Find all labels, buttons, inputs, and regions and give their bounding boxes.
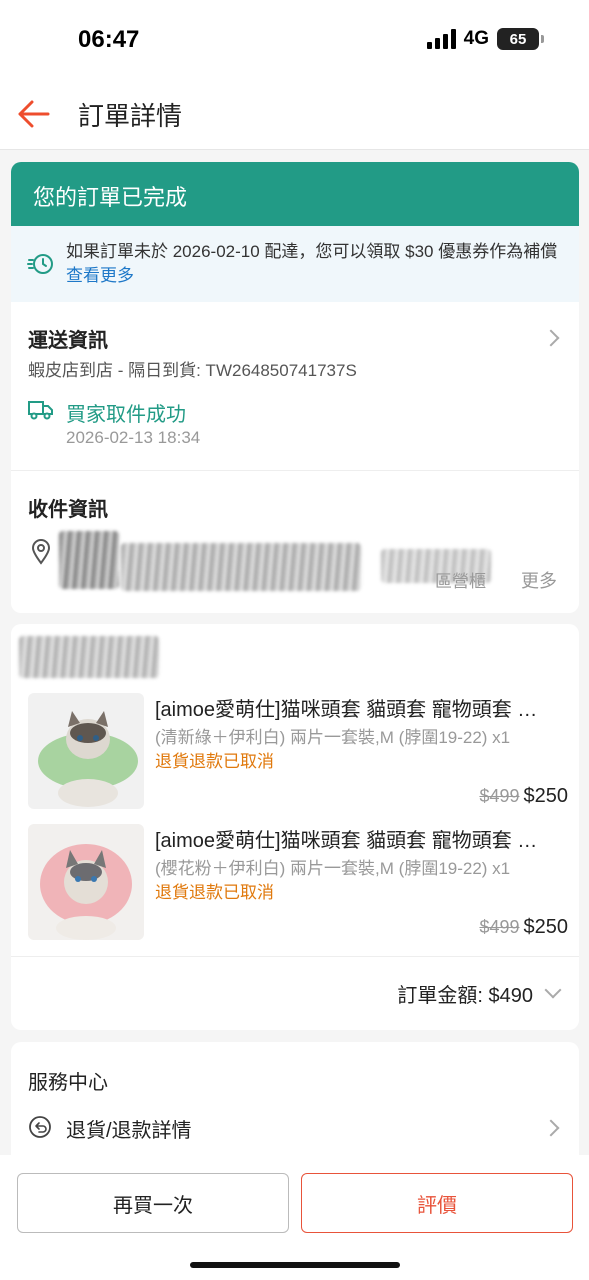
product-variant: (清新綠＋伊利白) 兩片一套裝,M (脖圍19-22) x1 <box>155 728 511 747</box>
sale-price: $250 <box>523 785 569 807</box>
compensation-notice: 如果訂單未於 2026-02-10 配達，您可以領取 $30 優惠券作為補償 查… <box>11 226 579 302</box>
return-icon <box>28 1115 52 1144</box>
signal-icon <box>426 29 456 49</box>
product-name: [aimoe愛萌仕]猫咪頭套 貓頭套 寵物頭套 伊莉莎白頭套 <box>155 699 555 721</box>
divider <box>11 956 579 957</box>
product-variant: (櫻花粉＋伊利白) 兩片一套裝,M (脖圍19-22) x1 <box>155 859 511 878</box>
recipient-address-partial: 區營櫃 <box>435 572 486 591</box>
truck-icon <box>28 400 54 425</box>
notice-message: 如果訂單未於 2026-02-10 配達，您可以領取 $30 優惠券作為補償 <box>66 242 558 261</box>
buy-again-button[interactable]: 再買一次 <box>17 1173 289 1233</box>
redacted-name <box>59 531 119 589</box>
service-title: 服務中心 <box>28 1072 108 1094</box>
battery-level: 65 <box>509 30 527 48</box>
product-image <box>28 824 144 940</box>
status-bar: 06:47 4G 65 <box>0 0 589 80</box>
order-info-card: 您的訂單已完成 如果訂單未於 2026-02-10 配達，您可以領取 $30 優… <box>11 162 579 613</box>
recipient-title: 收件資訊 <box>28 499 108 521</box>
sale-price: $250 <box>523 916 569 938</box>
return-detail-row[interactable]: 退貨/退款詳情 <box>11 1102 579 1152</box>
product-price: $499 $250 <box>479 916 568 939</box>
shipping-time: 2026-02-13 18:34 <box>66 428 201 447</box>
product-item[interactable]: [aimoe愛萌仕]猫咪頭套 貓頭套 寵物頭套 伊莉莎白頭套 (清新綠＋伊利白)… <box>28 693 568 811</box>
location-pin-icon <box>30 539 52 570</box>
order-total: 訂單金額: $490 <box>397 985 533 1007</box>
notice-text: 如果訂單未於 2026-02-10 配達，您可以領取 $30 優惠券作為補償 查… <box>66 240 566 288</box>
products-card: [aimoe愛萌仕]猫咪頭套 貓頭套 寵物頭套 伊莉莎白頭套 (清新綠＋伊利白)… <box>11 624 579 1030</box>
shipping-section[interactable]: 運送資訊 蝦皮店到店 - 隔日到貨: TW264850741737S 買家取件成… <box>11 302 579 470</box>
back-arrow-icon[interactable] <box>14 96 54 132</box>
return-detail-label: 退貨/退款詳情 <box>66 1120 192 1142</box>
chevron-right-icon <box>542 329 560 347</box>
battery-icon: 65 <box>497 28 544 50</box>
recipient-section[interactable]: 收件資訊 區營櫃 更多 <box>11 471 579 611</box>
product-item[interactable]: [aimoe愛萌仕]猫咪頭套 貓頭套 寵物頭套 伊莉莎白頭套 (櫻花粉＋伊利白)… <box>28 824 568 942</box>
original-price: $499 <box>479 917 520 937</box>
shipping-method: 蝦皮店到店 - 隔日到貨: TW264850741737S <box>28 361 357 380</box>
rate-button[interactable]: 評價 <box>301 1173 573 1233</box>
network-type: 4G <box>463 28 489 49</box>
status-indicators: 4G 65 <box>426 28 544 50</box>
shipping-status: 買家取件成功 <box>66 404 186 426</box>
redacted-shop-name <box>19 636 159 678</box>
order-complete-banner: 您的訂單已完成 <box>11 162 579 226</box>
bottom-action-bar: 再買一次 評價 <box>0 1155 589 1280</box>
page-title: 訂單詳情 <box>78 101 183 131</box>
shipping-title: 運送資訊 <box>28 330 108 352</box>
return-status: 退貨退款已取消 <box>155 752 274 771</box>
original-price: $499 <box>479 786 520 806</box>
home-indicator[interactable] <box>190 1262 400 1268</box>
product-image <box>28 693 144 809</box>
see-more-link[interactable]: 查看更多 <box>66 266 134 285</box>
redacted-address <box>121 543 361 591</box>
recipient-more-link[interactable]: 更多 <box>521 567 557 593</box>
chevron-right-icon <box>542 1119 560 1137</box>
nav-bar: 訂單詳情 <box>0 80 589 150</box>
chevron-down-icon[interactable] <box>544 981 562 999</box>
status-time: 06:47 <box>78 26 140 53</box>
product-price: $499 $250 <box>479 785 568 808</box>
product-name: [aimoe愛萌仕]猫咪頭套 貓頭套 寵物頭套 伊莉莎白頭套 <box>155 830 555 852</box>
fast-clock-icon <box>27 250 55 278</box>
return-status: 退貨退款已取消 <box>155 883 274 902</box>
